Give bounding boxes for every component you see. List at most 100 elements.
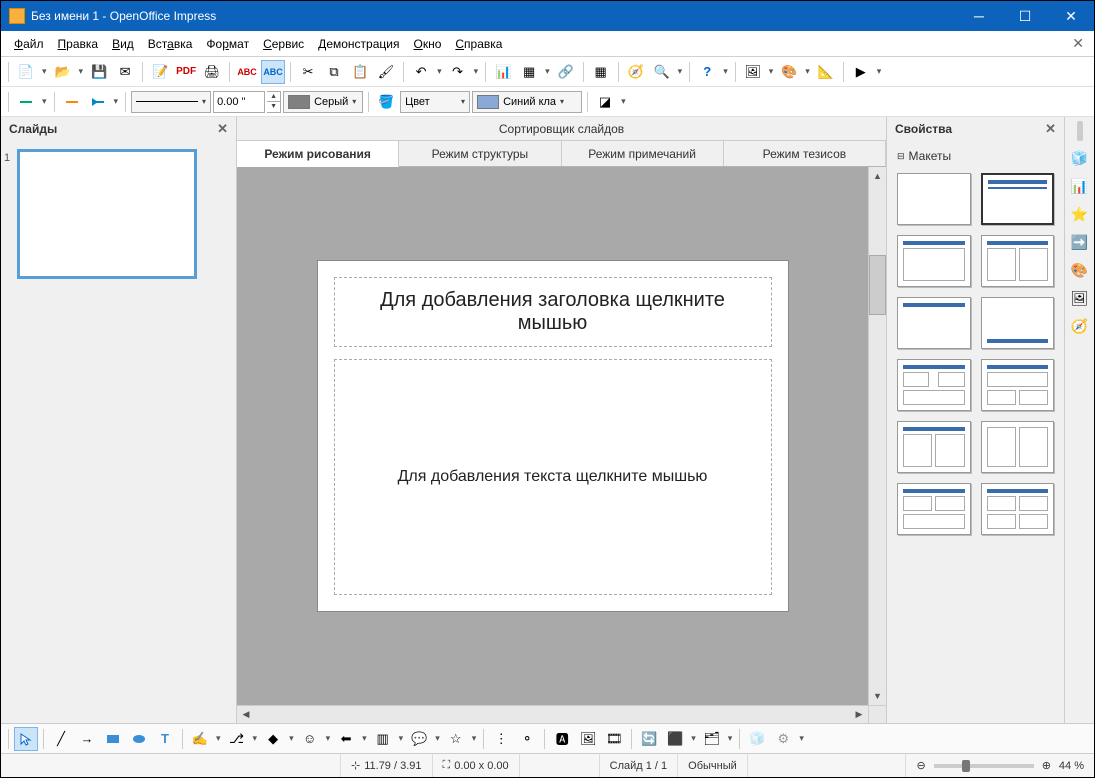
points-tool[interactable]: ⋮ — [489, 727, 513, 751]
align-tool[interactable]: ⬛ — [663, 727, 687, 751]
zoom-knob[interactable] — [962, 760, 970, 772]
gallery-tool[interactable]: 🎞 — [602, 727, 626, 751]
drawbar-overflow[interactable]: ▾ — [797, 733, 806, 744]
format-paint-button[interactable]: 🖌 — [374, 60, 398, 84]
fill-mode-select[interactable]: Цвет ▾ — [400, 91, 470, 113]
from-file-tool[interactable]: 🖼 — [576, 727, 600, 751]
layout-8[interactable] — [981, 421, 1055, 473]
zoom-in-button[interactable]: ⊕ — [1042, 759, 1051, 772]
minimize-button[interactable]: ─ — [956, 1, 1002, 31]
slide-design-button[interactable]: 🎨 — [777, 60, 801, 84]
table-button[interactable]: ▦ — [517, 60, 541, 84]
flowchart-tool[interactable]: ▥ — [371, 727, 395, 751]
close-button[interactable]: ✕ — [1048, 1, 1094, 31]
ellipse-tool[interactable] — [127, 727, 151, 751]
stars-tool[interactable]: ☆ — [444, 727, 468, 751]
menu-help[interactable]: Справка — [448, 34, 509, 54]
tab-outline[interactable]: Режим структуры — [399, 141, 561, 166]
save-button[interactable]: 💾 — [87, 60, 111, 84]
layout-title-only[interactable] — [897, 235, 971, 287]
layout-10[interactable] — [981, 483, 1055, 535]
email-button[interactable]: ✉ — [113, 60, 137, 84]
menu-format[interactable]: Формат — [199, 34, 256, 54]
select-tool[interactable] — [14, 727, 38, 751]
line-width-input[interactable] — [213, 91, 265, 113]
line-ends-dropdown[interactable]: ▾ — [112, 96, 121, 107]
open-button[interactable]: 📂 — [51, 60, 75, 84]
layout-title-content[interactable] — [981, 173, 1055, 225]
chart-button[interactable]: 📊 — [491, 60, 515, 84]
body-placeholder[interactable]: Для добавления текста щелкните мышью — [334, 359, 772, 595]
maximize-button[interactable]: ☐ — [1002, 1, 1048, 31]
copy-button[interactable]: ⧉ — [322, 60, 346, 84]
menu-insert[interactable]: Вставка — [141, 34, 200, 54]
slide-design-dropdown[interactable]: ▾ — [803, 66, 812, 77]
cut-button[interactable]: ✂ — [296, 60, 320, 84]
vertical-scrollbar[interactable]: ▲ ▼ — [868, 167, 886, 705]
menu-view[interactable]: Вид — [105, 34, 141, 54]
print-button[interactable]: 🖨 — [200, 60, 224, 84]
menu-slideshow[interactable]: Демонстрация — [311, 34, 406, 54]
toolbar-overflow[interactable]: ▾ — [875, 66, 884, 77]
start-slideshow-button[interactable]: ▶ — [849, 60, 873, 84]
menu-tools[interactable]: Сервис — [256, 34, 311, 54]
navigator-icon[interactable]: 🧭 — [1069, 315, 1091, 337]
layout-two-content[interactable] — [981, 235, 1055, 287]
layout-4[interactable] — [981, 297, 1055, 349]
new-dropdown[interactable]: ▾ — [40, 66, 49, 77]
help-button[interactable]: ? — [695, 60, 719, 84]
canvas[interactable]: Для добавления заголовка щелкните мышью … — [237, 167, 868, 705]
properties-icon[interactable]: 🧊 — [1069, 147, 1091, 169]
more-options-button[interactable] — [1077, 121, 1083, 141]
fill-color-select[interactable]: Синий кла ▾ — [472, 91, 582, 113]
menu-window[interactable]: Окно — [406, 34, 448, 54]
scroll-right-icon[interactable]: ▶ — [850, 706, 868, 723]
extrusion-tool[interactable]: 🧊 — [745, 727, 769, 751]
table-dropdown[interactable]: ▾ — [543, 66, 552, 77]
line-tool[interactable]: ╱ — [49, 727, 73, 751]
properties-panel-close[interactable]: ✕ — [1045, 121, 1056, 137]
basic-shapes-tool[interactable]: ◆ — [261, 727, 285, 751]
document-close-button[interactable]: ✕ — [1068, 35, 1088, 52]
line-start-button[interactable] — [86, 90, 110, 114]
connector-tool[interactable]: ⎇ — [225, 727, 249, 751]
curve-tool[interactable]: ✍ — [188, 727, 212, 751]
line-end-button[interactable] — [60, 90, 84, 114]
scroll-thumb[interactable] — [869, 255, 886, 315]
rotate-tool[interactable]: 🔄 — [637, 727, 661, 751]
line-style-select[interactable]: ▾ — [131, 91, 211, 113]
undo-button[interactable]: ↶ — [409, 60, 433, 84]
new-button[interactable]: 📄 — [14, 60, 38, 84]
menu-file[interactable]: Файл — [7, 34, 51, 54]
line-width-spinner[interactable]: ▲▼ — [267, 91, 281, 113]
symbol-shapes-tool[interactable]: ☺ — [298, 727, 322, 751]
arrow-style-dropdown[interactable]: ▾ — [40, 96, 49, 107]
open-dropdown[interactable]: ▾ — [77, 66, 86, 77]
arrow-style-button[interactable] — [14, 90, 38, 114]
slide-dropdown[interactable]: ▾ — [767, 66, 776, 77]
paste-button[interactable]: 📋 — [348, 60, 372, 84]
custom-animation-icon[interactable]: ⭐ — [1069, 203, 1091, 225]
autospell-button[interactable]: ABC — [261, 60, 285, 84]
arrange-tool[interactable]: 🗂 — [700, 727, 724, 751]
slides-panel-close[interactable]: ✕ — [217, 121, 228, 137]
slide-layout-button[interactable]: 📐 — [814, 60, 838, 84]
layout-3[interactable] — [897, 297, 971, 349]
slide-button[interactable]: 🖼 — [741, 60, 765, 84]
tab-drawing[interactable]: Режим рисования — [237, 141, 399, 167]
zoom-button[interactable]: 🔍 — [650, 60, 674, 84]
navigator-button[interactable]: 🧭 — [624, 60, 648, 84]
interaction-tool[interactable]: ⚙ — [771, 727, 795, 751]
layout-blank[interactable] — [897, 173, 971, 225]
slide-thumbnail[interactable]: 1 — [17, 149, 197, 279]
title-placeholder[interactable]: Для добавления заголовка щелкните мышью — [334, 277, 772, 347]
undo-dropdown[interactable]: ▾ — [435, 66, 444, 77]
pdf-button[interactable]: PDF — [174, 60, 198, 84]
block-arrows-tool[interactable]: ⬅ — [334, 727, 358, 751]
hyperlink-button[interactable]: 🔗 — [554, 60, 578, 84]
layout-7[interactable] — [897, 421, 971, 473]
redo-button[interactable]: ↷ — [446, 60, 470, 84]
scroll-left-icon[interactable]: ◀ — [237, 706, 255, 723]
styles-icon[interactable]: 🎨 — [1069, 259, 1091, 281]
fontwork-tool[interactable]: 🅰 — [550, 727, 574, 751]
